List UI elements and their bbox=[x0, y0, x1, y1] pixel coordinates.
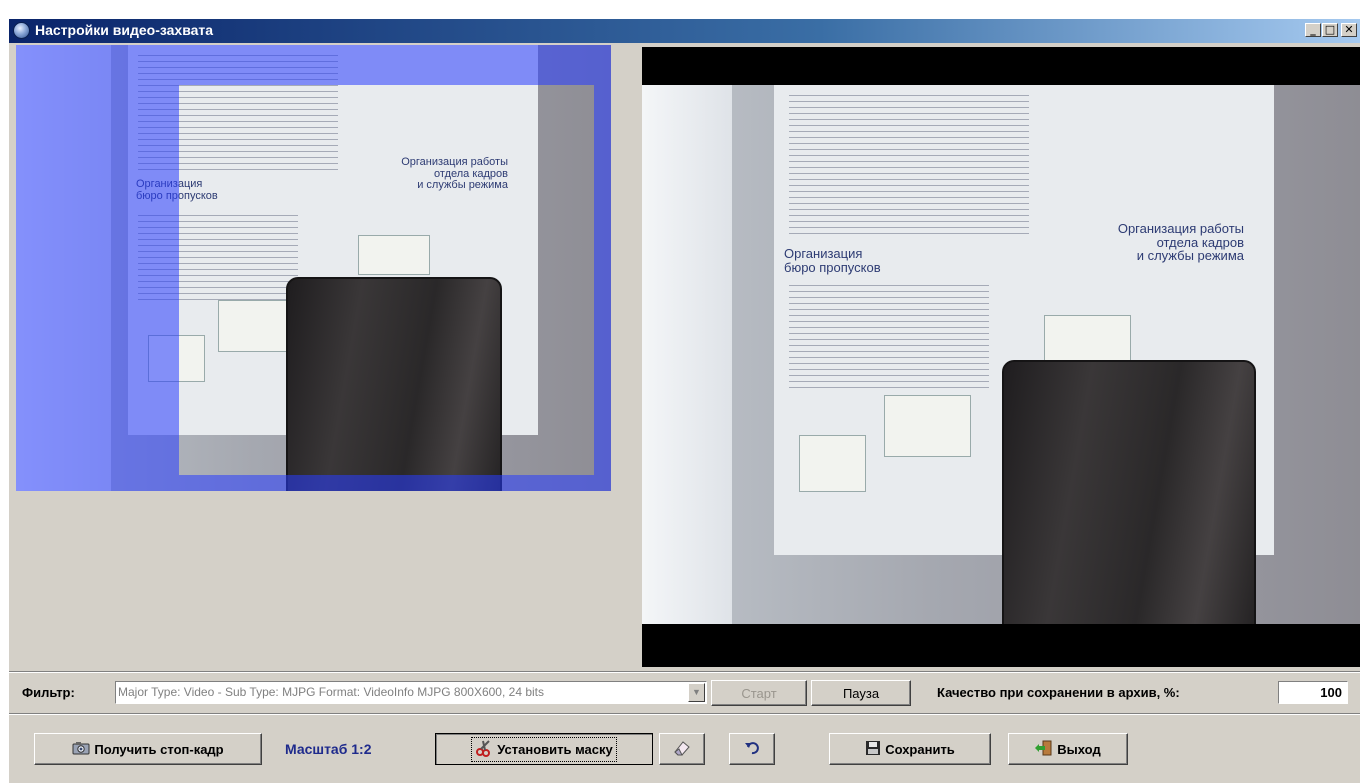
close-button[interactable]: ✕ bbox=[1341, 23, 1357, 37]
id-card-sample bbox=[884, 395, 971, 457]
mask-region bbox=[594, 85, 611, 491]
window-title: Настройки видео-захвата bbox=[35, 22, 214, 38]
poster-heading-right: Организация работы отдела кадров и служб… bbox=[1117, 221, 1244, 264]
webcam-icon bbox=[13, 22, 30, 39]
mask-region bbox=[179, 475, 594, 491]
scissors-icon bbox=[475, 739, 493, 760]
camera-icon bbox=[72, 741, 90, 758]
get-snapshot-button[interactable]: Получить стоп-кадр bbox=[34, 733, 262, 765]
mask-region bbox=[16, 45, 611, 85]
id-card-sample bbox=[358, 235, 430, 275]
id-card-sample bbox=[218, 300, 290, 352]
id-card-sample bbox=[799, 435, 866, 492]
exit-button[interactable]: Выход bbox=[1008, 733, 1128, 765]
floppy-disk-icon bbox=[865, 740, 881, 759]
chair-back bbox=[286, 277, 502, 491]
filter-combo[interactable]: Major Type: Video - Sub Type: MJPG Forma… bbox=[115, 681, 707, 704]
action-row: Получить стоп-кадр Масштаб 1:2 Установит… bbox=[9, 719, 1360, 779]
filter-label: Фильтр: bbox=[22, 685, 75, 700]
filter-row: Фильтр: Major Type: Video - Sub Type: MJ… bbox=[9, 677, 1360, 709]
undo-button[interactable] bbox=[729, 733, 775, 765]
masked-video-preview[interactable]: Организация бюро пропусков Организация р… bbox=[16, 45, 611, 491]
start-button[interactable]: Старт bbox=[711, 680, 807, 706]
undo-icon bbox=[744, 741, 760, 758]
camera-image: Организация бюро пропусков Организация р… bbox=[642, 85, 1360, 624]
id-card-sample bbox=[1044, 315, 1131, 362]
pause-button[interactable]: Пауза bbox=[811, 680, 911, 706]
maximize-button[interactable]: □ bbox=[1322, 23, 1338, 37]
scale-indicator: Масштаб 1:2 bbox=[285, 741, 372, 757]
quality-input[interactable]: 100 bbox=[1278, 681, 1348, 704]
save-button[interactable]: Сохранить bbox=[829, 733, 991, 765]
mask-region bbox=[16, 85, 179, 491]
exit-door-icon bbox=[1035, 739, 1053, 760]
chevron-down-icon[interactable]: ▼ bbox=[688, 683, 705, 702]
quality-label: Качество при сохранении в архив, %: bbox=[937, 685, 1180, 700]
chair-back bbox=[1002, 360, 1256, 624]
filter-combo-value: Major Type: Video - Sub Type: MJPG Forma… bbox=[118, 685, 544, 699]
poster-heading-left: Организация бюро пропусков bbox=[784, 246, 881, 275]
live-video-preview[interactable]: Организация бюро пропусков Организация р… bbox=[642, 47, 1360, 667]
set-mask-button[interactable]: Установить маску bbox=[435, 733, 653, 765]
door-frame bbox=[642, 85, 732, 624]
minimize-button[interactable]: _ bbox=[1305, 23, 1321, 37]
title-bar[interactable]: Настройки видео-захвата _ □ ✕ bbox=[9, 19, 1360, 43]
eraser-button[interactable] bbox=[659, 733, 705, 765]
eraser-icon bbox=[672, 739, 692, 760]
capture-settings-window: Настройки видео-захвата _ □ ✕ Организаци… bbox=[8, 18, 1360, 783]
poster-heading-right: Организация работы отдела кадров и служб… bbox=[401, 156, 508, 192]
